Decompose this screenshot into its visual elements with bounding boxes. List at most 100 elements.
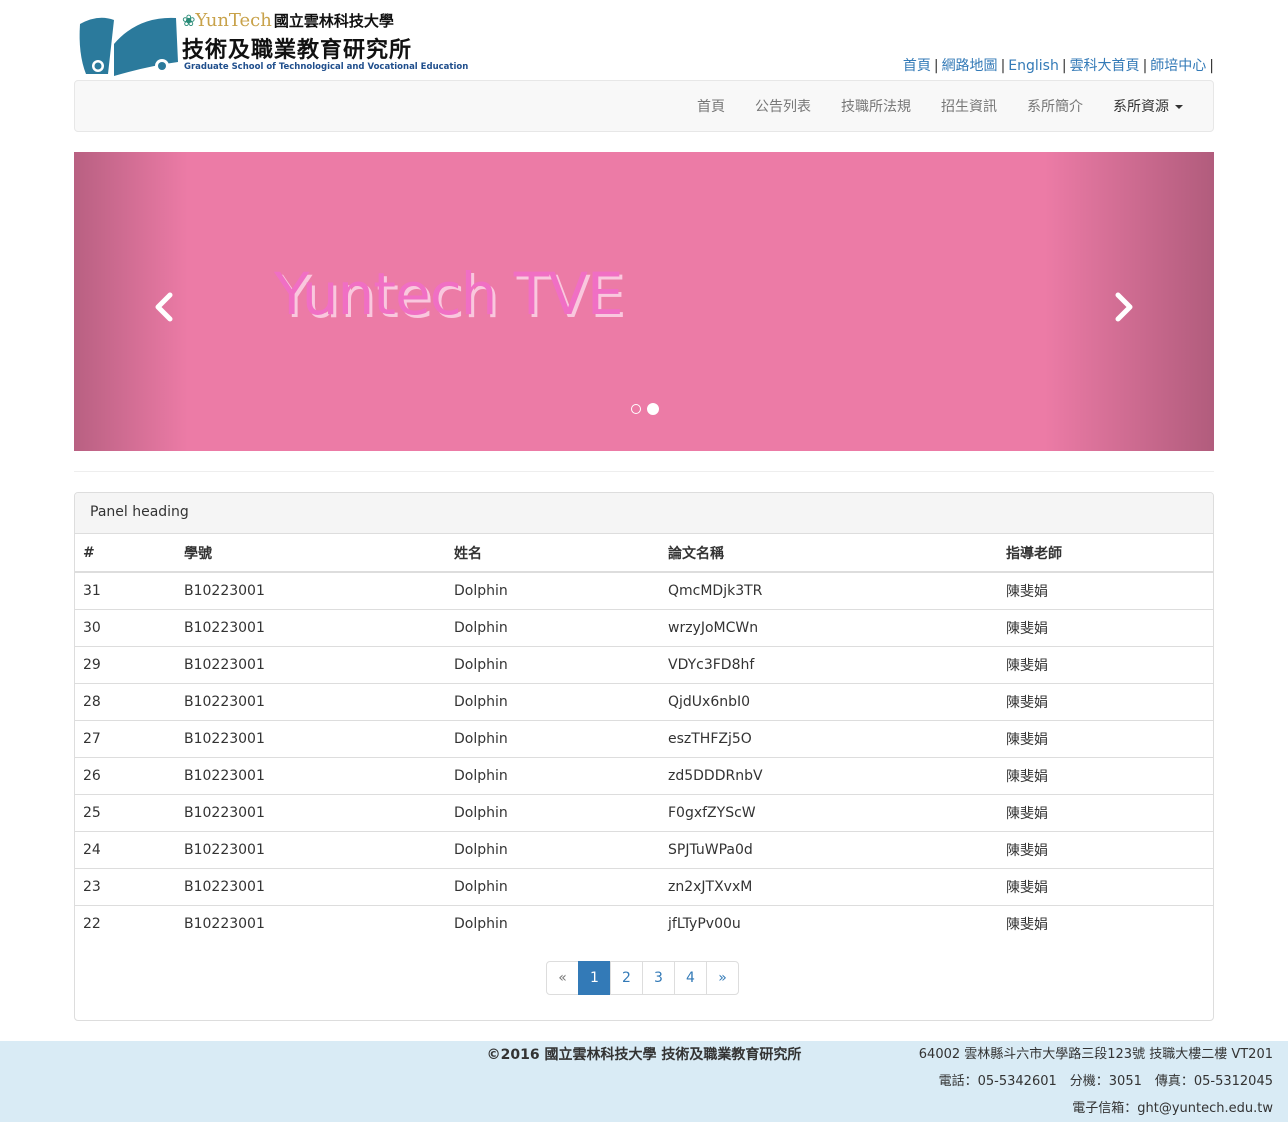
logo-emblem-icon <box>79 17 178 76</box>
cell-student-id: B10223001 <box>176 683 446 721</box>
cell-thesis-title: eszTHFZj5O <box>660 720 998 758</box>
cell-student-id: B10223001 <box>176 572 446 610</box>
cell-name: Dolphin <box>446 683 660 721</box>
cell-advisor: 陳斐娟 <box>998 572 1213 610</box>
main-navbar: 首頁 公告列表 技職所法規 招生資訊 系所簡介 系所資源 <box>74 80 1214 132</box>
carousel-prev-button[interactable] <box>144 282 184 332</box>
footer-email: 電子信箱：ght@yuntech.edu.tw <box>1072 1101 1273 1116</box>
top-link-yuntech-home[interactable]: 雲科大首頁 <box>1070 58 1140 74</box>
site-logo[interactable]: ❀YunTech 國立雲林科技大學 技術及職業教育研究所 Graduate Sch… <box>78 10 468 76</box>
carousel-caption: Yuntech TVE <box>274 260 624 328</box>
cell-student-id: B10223001 <box>176 720 446 758</box>
caret-down-icon <box>1175 105 1183 109</box>
table-row: 31 B10223001 Dolphin QmcMDjk3TR 陳斐娟 <box>75 572 1213 610</box>
cell-advisor: 陳斐娟 <box>998 646 1213 684</box>
cell-thesis-title: zn2xJTXvxM <box>660 868 998 906</box>
link-separator: | <box>1061 58 1067 74</box>
link-separator: | <box>1209 58 1214 74</box>
table-row: 22 B10223001 Dolphin jfLTyPv00u 陳斐娟 <box>75 905 1213 942</box>
carousel-next-button[interactable] <box>1104 282 1144 332</box>
chevron-right-icon <box>1115 292 1133 322</box>
nav-dropdown-resources[interactable]: 系所資源 <box>1098 96 1198 116</box>
table-row: 30 B10223001 Dolphin wrzyJoMCWn 陳斐娟 <box>75 609 1213 647</box>
logo-brand-line: ❀YunTech 國立雲林科技大學 <box>182 10 394 31</box>
cell-number: 31 <box>75 572 176 610</box>
top-links: 首頁 | 網路地圖 | English | 雲科大首頁 | 師培中心 | <box>903 55 1214 75</box>
cell-student-id: B10223001 <box>176 794 446 832</box>
table-row: 25 B10223001 Dolphin F0gxfZYScW 陳斐娟 <box>75 794 1213 832</box>
pagination-prev-button[interactable]: « <box>546 961 579 995</box>
nav-item-admissions[interactable]: 招生資訊 <box>926 96 1012 116</box>
cell-student-id: B10223001 <box>176 868 446 906</box>
banner-carousel: Yuntech TVE <box>74 152 1214 451</box>
cell-name: Dolphin <box>446 868 660 906</box>
cell-student-id: B10223001 <box>176 757 446 795</box>
carousel-indicators <box>631 403 659 415</box>
nav-item-announcements[interactable]: 公告列表 <box>740 96 826 116</box>
column-header-thesis-title: 論文名稱 <box>660 534 998 573</box>
cell-advisor: 陳斐娟 <box>998 831 1213 869</box>
nav-item-regulations[interactable]: 技職所法規 <box>826 96 926 116</box>
cell-student-id: B10223001 <box>176 646 446 684</box>
cell-advisor: 陳斐娟 <box>998 794 1213 832</box>
cell-number: 29 <box>75 646 176 684</box>
cell-thesis-title: wrzyJoMCWn <box>660 609 998 647</box>
pagination-next-button[interactable]: » <box>706 961 739 995</box>
cell-thesis-title: VDYc3FD8hf <box>660 646 998 684</box>
table-row: 26 B10223001 Dolphin zd5DDDRnbV 陳斐娟 <box>75 757 1213 795</box>
column-header-advisor: 指導老師 <box>998 534 1213 573</box>
nav-items: 首頁 公告列表 技職所法規 招生資訊 系所簡介 系所資源 <box>682 81 1198 131</box>
column-header-student-id: 學號 <box>176 534 446 573</box>
top-link-teacher-center[interactable]: 師培中心 <box>1150 58 1206 74</box>
pagination-page-1[interactable]: 1 <box>578 961 611 995</box>
cell-thesis-title: zd5DDDRnbV <box>660 757 998 795</box>
cell-advisor: 陳斐娟 <box>998 609 1213 647</box>
panel-heading: Panel heading <box>75 493 1213 534</box>
cell-student-id: B10223001 <box>176 831 446 869</box>
cell-number: 27 <box>75 720 176 758</box>
carousel-indicator-2[interactable] <box>647 403 659 415</box>
site-footer: ©2016 國立雲林科技大學 技術及職業教育研究所 64002 雲林縣斗六市大學… <box>0 1041 1288 1122</box>
pagination-page-2[interactable]: 2 <box>610 961 643 995</box>
site-header: ❀YunTech 國立雲林科技大學 技術及職業教育研究所 Graduate Sch… <box>74 0 1214 80</box>
logo-title: 技術及職業教育研究所 <box>182 38 413 63</box>
flower-icon: ❀ <box>182 11 196 30</box>
cell-name: Dolphin <box>446 757 660 795</box>
pagination-page-4[interactable]: 4 <box>674 961 707 995</box>
cell-name: Dolphin <box>446 831 660 869</box>
divider <box>74 471 1214 472</box>
logo-university: 國立雲林科技大學 <box>273 12 394 30</box>
pagination: « 1 2 3 4 » <box>546 961 739 995</box>
chevron-left-icon <box>155 292 173 322</box>
top-link-home[interactable]: 首頁 <box>903 58 931 74</box>
table-row: 29 B10223001 Dolphin VDYc3FD8hf 陳斐娟 <box>75 646 1213 684</box>
cell-number: 28 <box>75 683 176 721</box>
link-separator: | <box>1000 58 1006 74</box>
cell-number: 23 <box>75 868 176 906</box>
carousel-indicator-1[interactable] <box>631 404 641 414</box>
top-link-english[interactable]: English <box>1008 58 1059 74</box>
column-header-number: # <box>75 534 176 573</box>
nav-item-about[interactable]: 系所簡介 <box>1012 96 1098 116</box>
cell-advisor: 陳斐娟 <box>998 720 1213 758</box>
cell-number: 22 <box>83 915 101 932</box>
cell-name: Dolphin <box>446 572 660 610</box>
cell-student-id: B10223001 <box>184 915 265 932</box>
column-header-name: 姓名 <box>446 534 660 573</box>
cell-thesis-title: jfLTyPv00u <box>668 915 741 932</box>
top-link-sitemap[interactable]: 網路地圖 <box>942 58 998 74</box>
thesis-panel: Panel heading # 學號 姓名 論文名稱 指導老師 31 B10223… <box>74 492 1214 1021</box>
cell-name: Dolphin <box>446 609 660 647</box>
cell-advisor: 陳斐娟 <box>1006 916 1048 933</box>
cell-name: Dolphin <box>446 720 660 758</box>
table-row: 23 B10223001 Dolphin zn2xJTXvxM 陳斐娟 <box>75 868 1213 906</box>
logo-brand: YunTech <box>195 10 272 31</box>
nav-item-home[interactable]: 首頁 <box>682 96 740 116</box>
nav-dropdown-label: 系所資源 <box>1113 99 1169 115</box>
footer-phone: 電話：05-5342601 分機：3051 傳真：05-5312045 <box>938 1074 1273 1089</box>
footer-address: 64002 雲林縣斗六市大學路三段123號 技職大樓二樓 VT201 <box>918 1047 1273 1062</box>
logo-subtitle: Graduate School of Technological and Voc… <box>184 62 469 72</box>
cell-name: Dolphin <box>446 794 660 832</box>
pagination-page-3[interactable]: 3 <box>642 961 675 995</box>
table-row: 27 B10223001 Dolphin eszTHFZj5O 陳斐娟 <box>75 720 1213 758</box>
